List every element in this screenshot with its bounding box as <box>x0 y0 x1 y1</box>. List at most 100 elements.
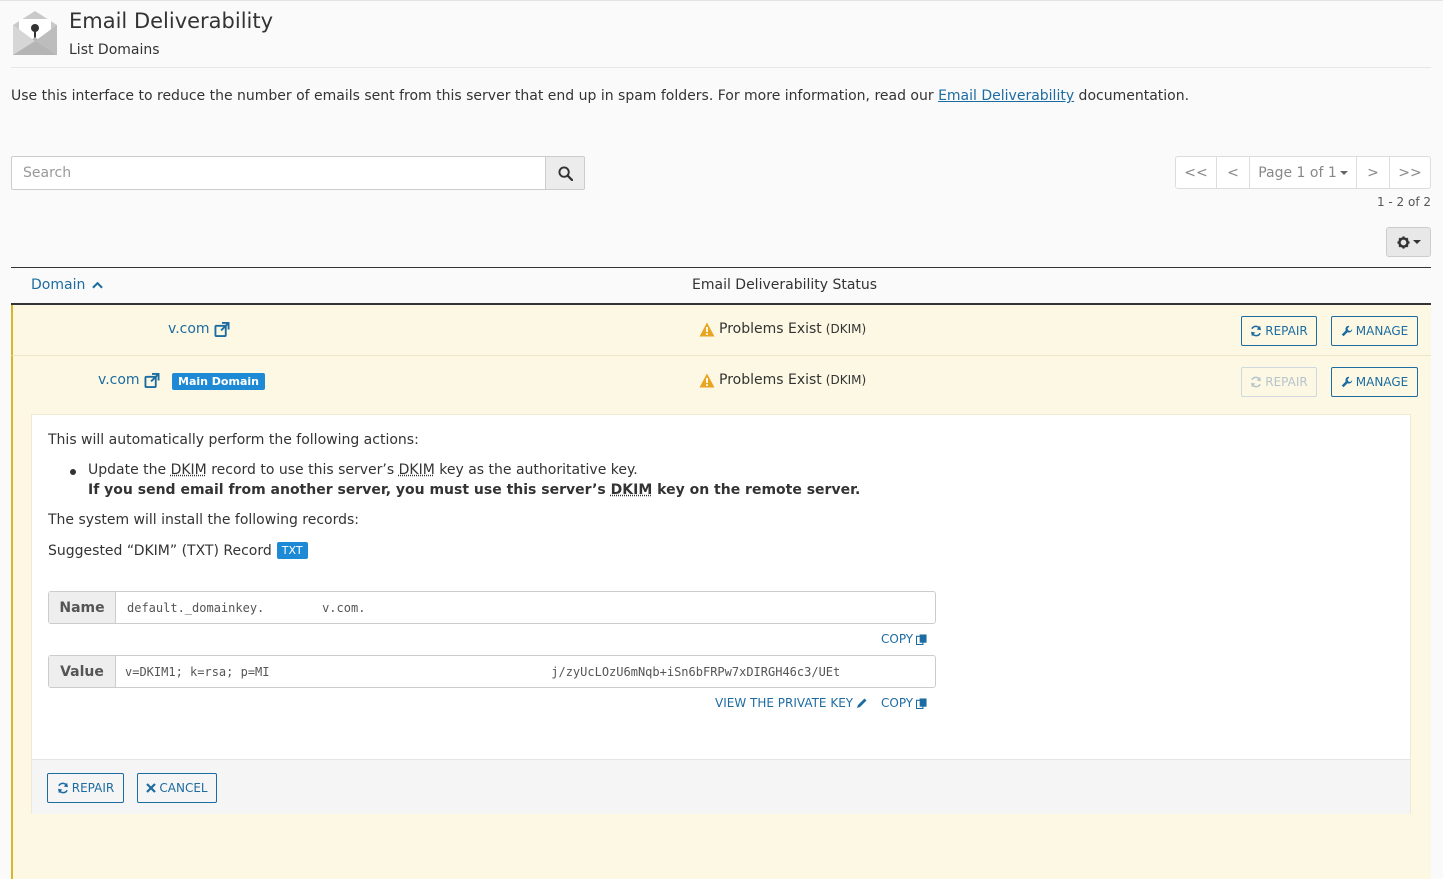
view-private-key-button[interactable]: VIEW THE PRIVATE KEY <box>715 696 868 710</box>
intro-text-body: Use this interface to reduce the number … <box>11 88 938 104</box>
settings-button[interactable] <box>1386 227 1431 257</box>
warning-icon <box>699 373 715 388</box>
copy-name-button[interactable]: COPY <box>881 632 927 646</box>
status-cell: Problems Exist (DKIM) <box>699 372 866 388</box>
install-text: The system will install the following re… <box>48 512 359 528</box>
panel-footer: REPAIR CANCEL <box>32 759 1410 814</box>
domain-link[interactable]: v.com <box>98 372 160 388</box>
first-page-button[interactable]: << <box>1175 156 1217 189</box>
table-row: v.com Main Domain Problems Exist (DKIM) <box>11 356 1431 407</box>
page-header: Email Deliverability List Domains <box>11 9 1431 68</box>
domain-header-label: Domain <box>31 277 85 293</box>
result-count: 1 - 2 of 2 <box>1377 195 1431 209</box>
search-group <box>11 156 585 190</box>
manage-button[interactable]: MANAGE <box>1331 367 1418 397</box>
repair-label: REPAIR <box>72 781 114 795</box>
search-button[interactable] <box>545 156 585 190</box>
copy-label: COPY <box>881 696 913 710</box>
copy-icon <box>916 634 927 645</box>
warning-icon <box>699 322 715 337</box>
status-cell: Problems Exist (DKIM) <box>699 321 866 337</box>
value-value[interactable]: v=DKIM1; k=rsa; p=MI j/zyUcLOzU6mNqb+iSn… <box>116 656 935 687</box>
manage-button[interactable]: MANAGE <box>1331 316 1418 346</box>
dkim-abbr: DKIM <box>611 482 653 498</box>
gear-icon <box>1397 236 1410 249</box>
bullet-text-b: record to use this server’s <box>207 462 399 478</box>
intro-text-suffix: documentation. <box>1074 88 1189 104</box>
external-link-icon <box>214 322 230 337</box>
bullet-text-c: key as the authoritative key. <box>435 462 638 478</box>
warning-text-a: If you send email from another server, y… <box>88 482 611 498</box>
domain-link[interactable]: v.com <box>168 321 230 337</box>
pencil-icon <box>856 697 868 709</box>
status-text: Problems Exist <box>719 372 822 388</box>
page-select-label: Page 1 of 1 <box>1258 165 1337 181</box>
dkim-abbr: DKIM <box>171 462 207 478</box>
repair-label: REPAIR <box>1265 324 1307 338</box>
caret-down-icon <box>1340 171 1348 175</box>
table-header: Domain Email Deliverability Status <box>11 267 1431 305</box>
caret-down-icon <box>1413 240 1421 244</box>
action-bullet: Update the DKIM record to use this serve… <box>88 462 638 478</box>
bullet-dot <box>70 469 76 475</box>
repair-button-disabled[interactable]: REPAIR <box>1241 367 1317 397</box>
name-label: Name <box>49 592 116 623</box>
email-deliverability-icon <box>11 9 59 57</box>
status-text: Problems Exist <box>719 321 822 337</box>
warning-text-b: key on the remote server. <box>652 482 860 498</box>
copy-value-button[interactable]: COPY <box>881 696 927 710</box>
refresh-icon <box>1250 325 1262 337</box>
dkim-abbr: DKIM <box>399 462 435 478</box>
status-detail: (DKIM) <box>826 322 866 336</box>
pagination: << < Page 1 of 1 > >> <box>1175 156 1431 189</box>
documentation-link[interactable]: Email Deliverability <box>938 88 1074 104</box>
close-icon <box>146 783 156 793</box>
repair-button[interactable]: REPAIR <box>1241 316 1317 346</box>
wrench-icon <box>1341 376 1353 388</box>
status-detail: (DKIM) <box>826 373 866 387</box>
repair-panel: This will automatically perform the foll… <box>31 414 1411 814</box>
record-name-field: Name default._domainkey. v.com. <box>48 591 936 624</box>
record-value-field: Value v=DKIM1; k=rsa; p=MI j/zyUcLOzU6mN… <box>48 655 936 688</box>
intro-text: Use this interface to reduce the number … <box>11 88 1189 104</box>
cancel-button[interactable]: CANCEL <box>137 773 217 803</box>
refresh-icon <box>57 782 69 794</box>
page-select[interactable]: Page 1 of 1 <box>1249 156 1357 189</box>
domain-name: v.com <box>168 321 210 337</box>
prev-page-button[interactable]: < <box>1216 156 1250 189</box>
name-value[interactable]: default._domainkey. v.com. <box>116 592 935 623</box>
main-domain-badge: Main Domain <box>172 373 265 390</box>
copy-label: COPY <box>881 632 913 646</box>
search-input[interactable] <box>11 156 546 190</box>
top-border <box>0 0 1443 1</box>
chevron-up-icon <box>92 281 103 289</box>
next-page-button[interactable]: > <box>1356 156 1390 189</box>
remote-server-warning: If you send email from another server, y… <box>88 482 860 498</box>
table-row: v.com Problems Exist (DKIM) REPAIR MANAG… <box>11 305 1431 356</box>
manage-label: MANAGE <box>1356 324 1408 338</box>
copy-icon <box>916 698 927 709</box>
sort-domain-header[interactable]: Domain <box>31 277 103 293</box>
repair-label: REPAIR <box>1265 375 1307 389</box>
repair-details-area: This will automatically perform the foll… <box>11 407 1431 879</box>
domains-table: Domain Email Deliverability Status v.com… <box>11 267 1431 879</box>
suggested-record-label: Suggested “DKIM” (TXT) Record <box>48 543 272 559</box>
refresh-icon <box>1250 376 1262 388</box>
search-icon <box>558 166 573 181</box>
page-subtitle: List Domains <box>69 42 160 58</box>
domain-name: v.com <box>98 372 140 388</box>
actions-intro: This will automatically perform the foll… <box>48 432 419 448</box>
panel-repair-button[interactable]: REPAIR <box>47 773 124 803</box>
view-private-key-label: VIEW THE PRIVATE KEY <box>715 696 853 710</box>
external-link-icon <box>144 373 160 388</box>
manage-label: MANAGE <box>1356 375 1408 389</box>
cancel-label: CANCEL <box>159 781 207 795</box>
bullet-text-a: Update the <box>88 462 171 478</box>
value-label: Value <box>49 656 116 687</box>
suggested-record-heading: Suggested “DKIM” (TXT) Record TXT <box>48 542 308 559</box>
last-page-button[interactable]: >> <box>1389 156 1431 189</box>
status-header: Email Deliverability Status <box>692 277 877 293</box>
wrench-icon <box>1341 325 1353 337</box>
page-title: Email Deliverability <box>69 9 273 33</box>
txt-badge: TXT <box>277 542 308 559</box>
